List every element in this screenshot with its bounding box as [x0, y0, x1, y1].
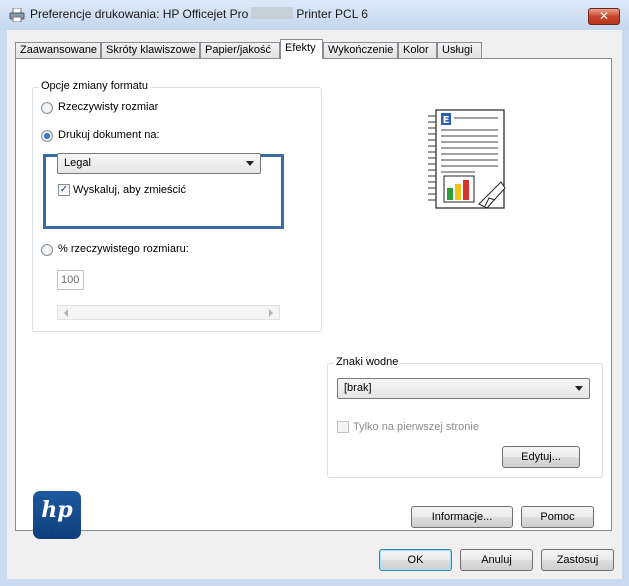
paper-size-select[interactable]: Legal	[57, 153, 261, 174]
percent-input[interactable]: 100	[57, 270, 84, 290]
watermark-select[interactable]: [brak]	[337, 378, 590, 399]
tab-advanced[interactable]: Zaawansowane	[15, 42, 101, 58]
scroll-right-icon[interactable]	[269, 309, 273, 317]
tab-services[interactable]: Usługi	[437, 42, 482, 58]
percent-slider[interactable]	[57, 305, 280, 320]
tab-shortcuts[interactable]: Skróty klawiszowe	[101, 42, 200, 58]
hp-tagline: invent	[37, 525, 77, 534]
title-bar: Preferencje drukowania: HP Officejet Pro…	[0, 0, 629, 30]
scroll-left-icon[interactable]	[64, 309, 68, 317]
actual-size-label: Rzeczywisty rozmiar	[58, 101, 159, 113]
ok-button[interactable]: OK	[379, 549, 452, 571]
page-preview-icon: E	[428, 109, 506, 209]
actual-size-radio[interactable]	[41, 102, 53, 114]
help-button[interactable]: Pomoc	[521, 506, 594, 528]
dialog-client: Zaawansowane Skróty klawiszowe Papier/ja…	[7, 30, 622, 579]
info-button[interactable]: Informacje...	[411, 506, 513, 528]
print-on-radio[interactable]	[41, 130, 53, 142]
paper-size-value: Legal	[64, 157, 91, 169]
check-icon: ✓	[59, 184, 69, 195]
percent-size-radio[interactable]	[41, 244, 53, 256]
edit-watermark-button[interactable]: Edytuj...	[502, 446, 580, 468]
watermarks-label: Znaki wodne	[334, 356, 401, 368]
chevron-down-icon	[246, 161, 254, 166]
print-on-label: Drukuj dokument na:	[58, 129, 160, 141]
first-page-only-checkbox[interactable]	[337, 421, 349, 433]
hp-logo-mark: hp	[41, 497, 73, 523]
first-page-only-label: Tylko na pierwszej stronie	[353, 421, 479, 433]
resize-options-label: Opcje zmiany formatu	[39, 80, 150, 92]
close-button[interactable]: ✕	[588, 8, 620, 25]
tab-paper-quality[interactable]: Papier/jakość	[200, 42, 280, 58]
close-icon: ✕	[598, 9, 610, 23]
window-title-prefix: Preferencje drukowania: HP Officejet Pro	[30, 7, 249, 21]
window-title: Preferencje drukowania: HP Officejet Pro…	[30, 7, 368, 21]
tab-finishing[interactable]: Wykończenie	[323, 42, 398, 58]
cancel-button[interactable]: Anuluj	[460, 549, 533, 571]
printer-icon	[9, 8, 25, 22]
page-letter: E	[443, 115, 450, 126]
apply-button[interactable]: Zastosuj	[541, 549, 614, 571]
effects-panel: Opcje zmiany formatu Rzeczywisty rozmiar…	[15, 58, 612, 539]
tab-effects[interactable]: Efekty	[280, 39, 323, 59]
chevron-down-icon	[575, 386, 583, 391]
scale-to-fit-label: Wyskaluj, aby zmieścić	[73, 184, 186, 196]
tab-color[interactable]: Kolor	[398, 42, 437, 58]
scale-to-fit-checkbox[interactable]: ✓	[58, 184, 70, 196]
window-title-suffix: Printer PCL 6	[296, 7, 368, 21]
percent-size-label: % rzeczywistego rozmiaru:	[58, 243, 189, 255]
watermark-value: [brak]	[344, 382, 372, 394]
redacted-model	[251, 7, 294, 19]
